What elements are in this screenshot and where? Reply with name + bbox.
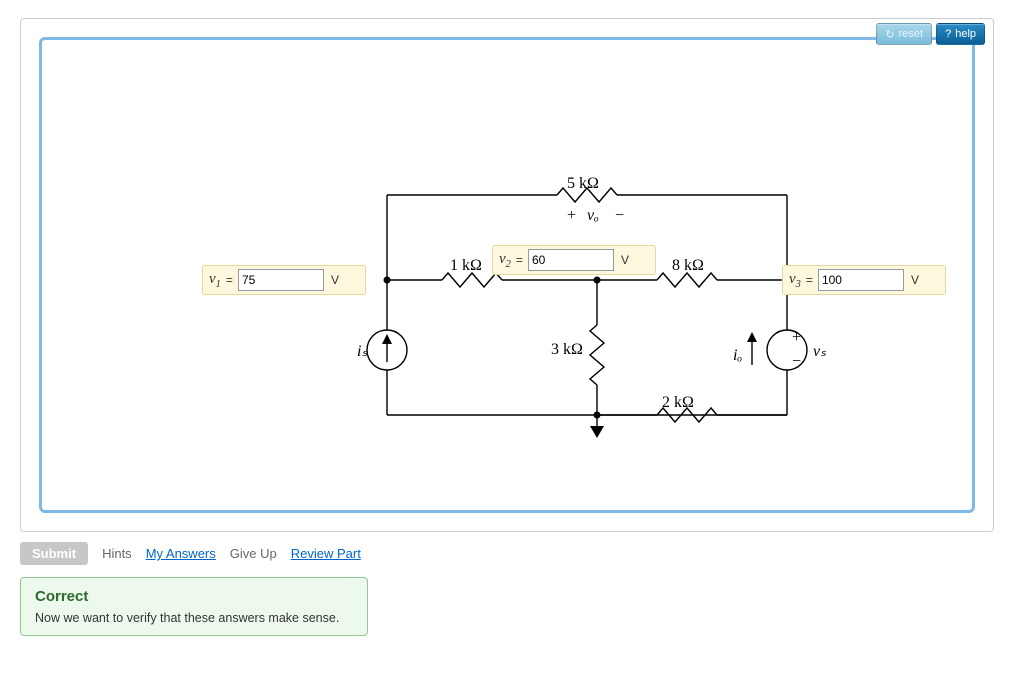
feedback-box: Correct Now we want to verify that these… <box>20 577 368 636</box>
v3-name: v3 <box>789 271 801 290</box>
vs-minus: − <box>792 353 801 370</box>
v2-name: v2 <box>499 251 511 270</box>
reset-label: reset <box>899 28 923 40</box>
v2-box: v2 = V <box>492 245 656 275</box>
help-icon: ? <box>945 28 951 40</box>
reset-icon: ↻ <box>885 28 894 41</box>
help-label: help <box>955 28 976 40</box>
help-button[interactable]: ? help <box>936 23 985 45</box>
v1-name: v1 <box>209 271 221 290</box>
vo-minus: − <box>615 207 624 224</box>
r1-label: 1 kΩ <box>450 257 482 274</box>
give-up-link[interactable]: Give Up <box>230 546 277 561</box>
equals-sign: = <box>226 273 233 287</box>
v1-input[interactable] <box>238 269 324 291</box>
v2-input[interactable] <box>528 249 614 271</box>
review-part-link[interactable]: Review Part <box>291 546 361 561</box>
v3-unit: V <box>909 273 919 287</box>
feedback-title: Correct <box>35 588 353 605</box>
vo-plus: + <box>567 207 576 224</box>
submit-button[interactable]: Submit <box>20 542 88 565</box>
r2-label: 2 kΩ <box>662 394 694 411</box>
vs-plus: + <box>792 329 801 346</box>
my-answers-link[interactable]: My Answers <box>146 546 216 561</box>
action-row: Submit Hints My Answers Give Up Review P… <box>20 542 994 565</box>
v2-unit: V <box>619 253 629 267</box>
v3-box: v3 = V <box>782 265 946 295</box>
hints-link[interactable]: Hints <box>102 546 132 561</box>
vs-label: vₛ <box>813 343 827 360</box>
reset-button[interactable]: ↻ reset <box>876 23 932 45</box>
equals-sign: = <box>516 253 523 267</box>
v1-box: v1 = V <box>202 265 366 295</box>
is-label: iₛ <box>357 343 368 360</box>
figure-panel: ↻ reset ? help <box>20 18 994 532</box>
r8-label: 8 kΩ <box>672 257 704 274</box>
equals-sign: = <box>806 273 813 287</box>
io-label: iₒ <box>733 347 742 364</box>
v3-input[interactable] <box>818 269 904 291</box>
v1-unit: V <box>329 273 339 287</box>
drawing-canvas: 5 kΩ + vₒ − 1 kΩ 8 kΩ 3 kΩ 2 kΩ iₛ iₒ vₛ… <box>39 37 975 513</box>
r5-label: 5 kΩ <box>567 175 599 192</box>
r3-label: 3 kΩ <box>551 341 583 358</box>
vo-label: vₒ <box>587 207 599 224</box>
feedback-body: Now we want to verify that these answers… <box>35 611 353 625</box>
